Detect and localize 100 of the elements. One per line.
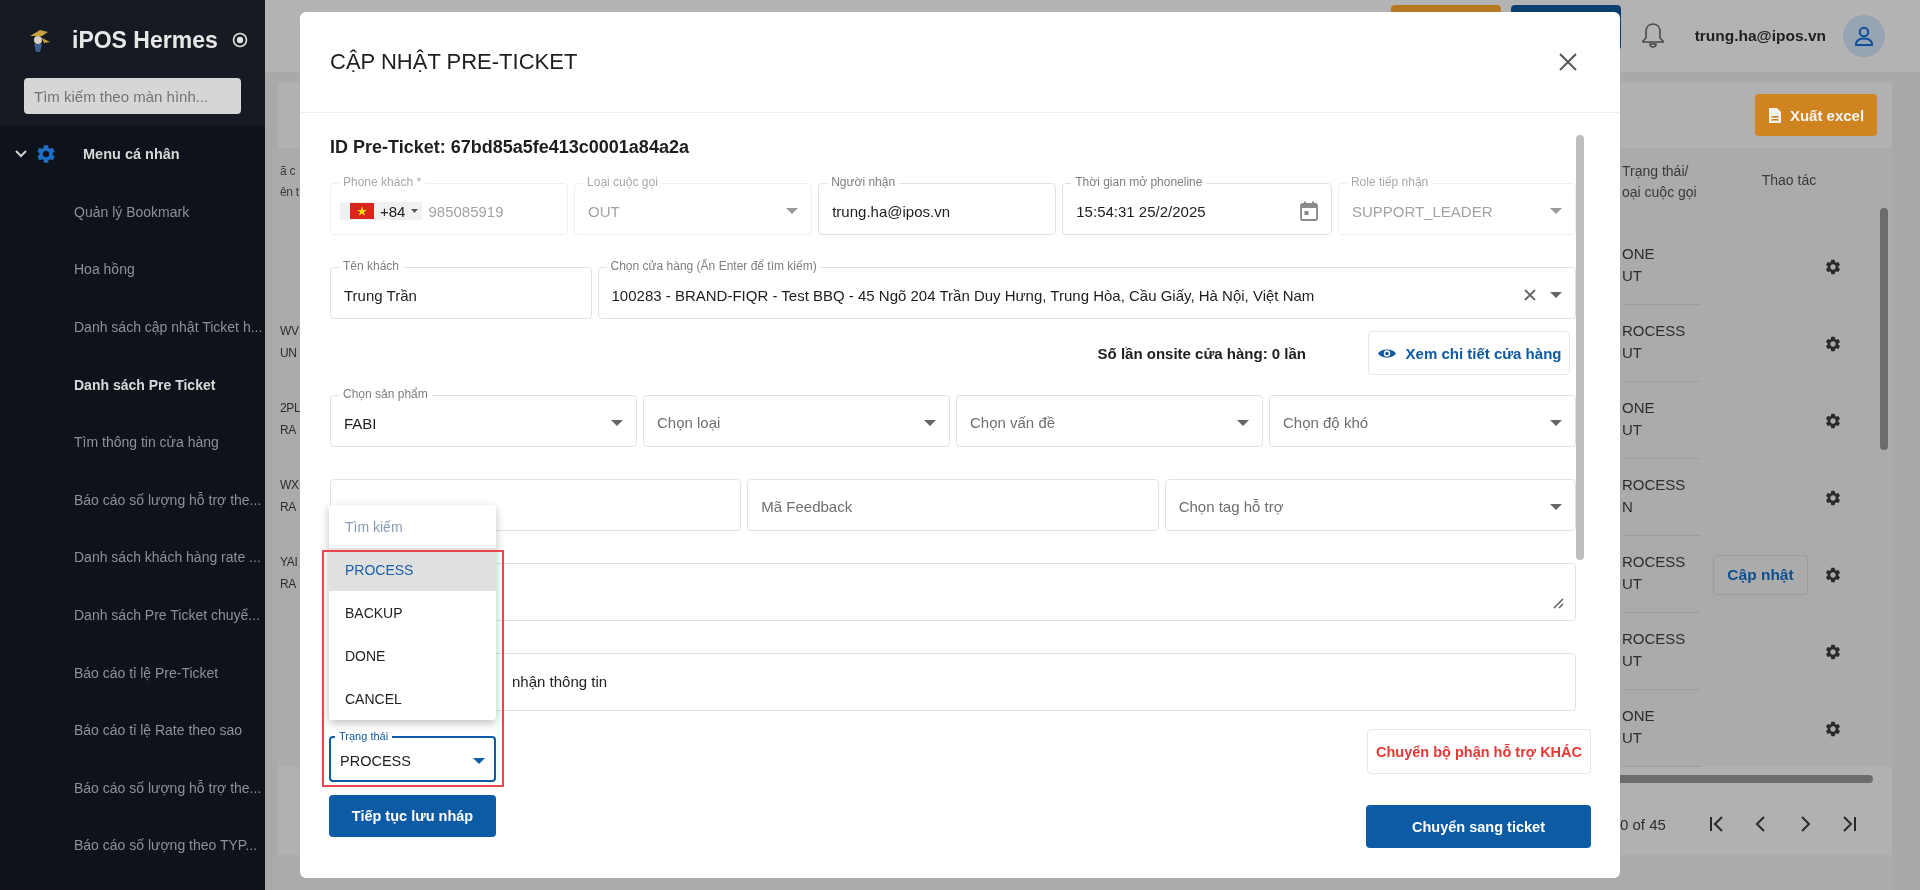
scrollbar[interactable] <box>1880 208 1888 450</box>
menu-item[interactable]: Danh sách cập nhật Ticket h... <box>0 298 265 356</box>
menu-item[interactable]: Hoa hồng <box>0 240 265 299</box>
text-field[interactable]: Người nhận trung.ha@ipos.vn <box>818 175 1057 235</box>
resize-grip-icon[interactable] <box>1553 598 1564 609</box>
caret-icon <box>1550 292 1562 298</box>
table-cell-text: ROCESS <box>1622 552 1686 572</box>
column-header: ã c <box>280 163 296 180</box>
select-field[interactable]: Chọn vấn đề <box>956 387 1263 447</box>
menu-item[interactable]: Quản lý Bookmark <box>0 183 265 241</box>
table-cell-text: UT <box>1622 574 1642 594</box>
scrollbar[interactable] <box>1576 135 1584 560</box>
menu-item[interactable]: Báo cáo số lượng hỗ trợ the... <box>0 470 265 529</box>
date-field[interactable]: Thời gian mở phoneline 15:54:31 25/2/2025 <box>1062 175 1332 235</box>
table-cell-text: RA <box>280 499 297 516</box>
table-cell-text: WV <box>280 323 299 340</box>
dropdown-option[interactable]: BACKUP <box>329 591 496 634</box>
convert-ticket-button[interactable]: Chuyển sang ticket <box>1366 805 1591 848</box>
transfer-button[interactable]: Chuyển bộ phận hỗ trợ KHÁC <box>1367 729 1591 774</box>
table-cell-text: ROCESS <box>1622 475 1686 495</box>
menu-item[interactable]: Báo cáo số lượng theo TYP... <box>0 816 265 875</box>
save-draft-button[interactable]: Tiếp tục lưu nháp <box>329 795 496 837</box>
caret-icon <box>473 758 485 764</box>
settings-icon[interactable] <box>1824 334 1842 353</box>
table-cell-text: ROCESS <box>1622 629 1686 649</box>
field-label: Thời gian mở phoneline <box>1071 175 1207 189</box>
text-field[interactable]: Mã Feedback <box>747 471 1159 531</box>
menu-item[interactable]: Tìm thông tin cửa hàng <box>0 413 265 471</box>
field-label: Chọn cửa hàng (Ấn Enter để tìm kiếm) <box>606 259 821 273</box>
radio-icon[interactable] <box>231 32 248 48</box>
person-icon <box>1853 25 1875 47</box>
table-cell-text: YAI <box>280 554 298 571</box>
select-field[interactable]: Chọn tag hỗ trợ <box>1164 471 1576 531</box>
settings-icon[interactable] <box>1824 642 1842 661</box>
status-select[interactable]: Trạng thái PROCESS <box>329 728 496 782</box>
select-field[interactable]: Chọn độ khó <box>1269 387 1576 447</box>
field-label: Role tiếp nhận <box>1346 175 1433 189</box>
store-select[interactable]: Chọn cửa hàng (Ấn Enter để tìm kiếm) 100283 - BRAND-FIQR - Test BBQ - 45 Ngõ 204 Trần Duy Hưng, Trung Hòa, Cầu Giấy, Hà Nội, Việt Nam <box>597 259 1576 319</box>
update-button[interactable]: Cập nhật <box>1713 554 1808 595</box>
menu-group[interactable]: Menu cá nhân <box>0 125 265 183</box>
menu-item[interactable]: Báo cáo số lượng hỗ trợ the... <box>0 758 265 817</box>
bell-icon[interactable] <box>1640 22 1665 48</box>
search-field[interactable]: Tìm kiếm theo màn hình... <box>24 78 241 114</box>
caret-icon <box>1550 208 1562 214</box>
table-cell-text: UT <box>1622 651 1642 671</box>
text-field[interactable]: Tên khách Trung Trần <box>330 259 592 319</box>
file-icon <box>1767 106 1782 124</box>
field-label: Người nhận <box>827 175 900 189</box>
last-page-icon[interactable] <box>1840 815 1858 833</box>
user-avatar[interactable] <box>1843 15 1885 57</box>
caret-icon <box>1550 504 1562 510</box>
table-cell-text: UT <box>1622 420 1642 440</box>
calendar-icon[interactable] <box>1299 201 1318 221</box>
table-cell-text: ONE <box>1622 398 1655 418</box>
caret-icon <box>1237 420 1249 426</box>
column-header: Trạng thái/ <box>1622 162 1689 181</box>
close-icon[interactable] <box>1558 52 1578 72</box>
table-cell-text: UN <box>280 345 297 362</box>
field-label: Trạng thái <box>335 729 393 743</box>
settings-icon[interactable] <box>1824 565 1842 584</box>
table-cell-text: UT <box>1622 343 1642 363</box>
user-email: trung.ha@ipos.vn <box>1694 27 1826 45</box>
first-page-icon[interactable] <box>1708 815 1726 833</box>
table-cell-text: WX <box>280 477 299 494</box>
menu-item[interactable]: Báo cáo tỉ lệ Pre-Ticket <box>0 643 265 702</box>
menu-item[interactable]: Danh sách Pre Ticket <box>0 355 265 414</box>
menu-item[interactable]: Danh sách Pre Ticket chuyể... <box>0 586 265 644</box>
flag-icon <box>350 203 374 219</box>
settings-icon[interactable] <box>1824 719 1842 738</box>
table-cell-text: RA <box>280 576 297 593</box>
dropdown-option[interactable]: DONE <box>329 634 496 677</box>
onsite-count: Số lần onsite cửa hàng: 0 lần <box>1097 344 1306 362</box>
column-header: Thao tác <box>1761 172 1817 190</box>
caret-icon <box>786 208 799 214</box>
select-field[interactable]: Chọn sản phẩm FABI <box>330 387 637 447</box>
store-detail-button[interactable]: Xem chi tiết cửa hàng <box>1368 331 1570 375</box>
table-cell-text: UT <box>1622 728 1642 748</box>
select-field[interactable]: Chọn loại <box>643 387 950 447</box>
gear-icon <box>35 143 57 165</box>
field-label: Tên khách <box>339 259 404 273</box>
dropdown-option[interactable]: CANCEL <box>329 677 496 720</box>
ticket-id: ID Pre-Ticket: 67bd85a5fe413c0001a84a2a <box>330 136 690 159</box>
dropdown-option[interactable]: PROCESS <box>329 548 496 591</box>
column-header: ên t <box>280 184 299 201</box>
table-cell-text: 2PL <box>280 400 301 417</box>
app-title: iPOS Hermes <box>72 26 218 54</box>
settings-icon[interactable] <box>1824 411 1842 430</box>
clear-icon[interactable] <box>1524 289 1536 301</box>
caret-icon <box>924 420 936 426</box>
caret-icon <box>611 420 623 426</box>
caret-icon <box>1550 420 1562 426</box>
table-cell-text: ONE <box>1622 706 1655 726</box>
field-label: Chọn sản phẩm <box>339 387 432 401</box>
table-cell-text: RA <box>280 422 297 439</box>
caret-icon <box>411 209 419 213</box>
table-cell-text: N <box>1622 497 1633 517</box>
settings-icon[interactable] <box>1824 257 1842 276</box>
menu-item[interactable]: Danh sách khách hàng rate ... <box>0 528 265 587</box>
settings-icon[interactable] <box>1824 488 1842 507</box>
menu-item[interactable]: Báo cáo tỉ lệ Rate theo sao <box>0 701 265 759</box>
